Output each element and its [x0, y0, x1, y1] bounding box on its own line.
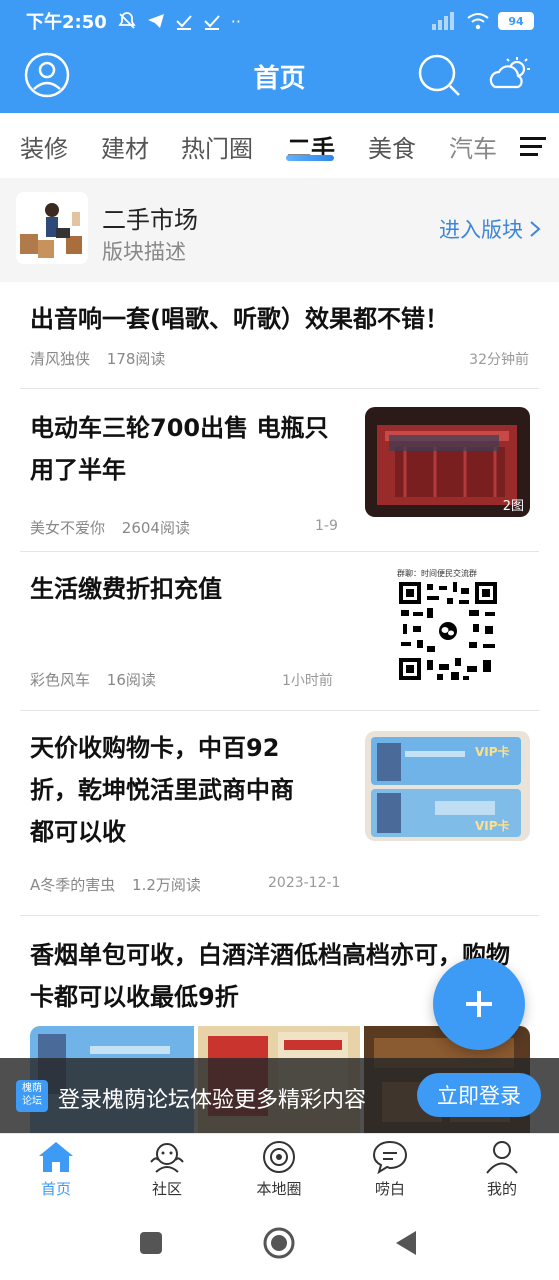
check-icon: [204, 15, 220, 30]
person-icon: [486, 1141, 518, 1174]
post-reads: 1.2万阅读: [132, 876, 201, 894]
nav-chat[interactable]: 唠白: [350, 1140, 430, 1199]
post-image[interactable]: 群聊：时间便民交流群: [365, 564, 530, 684]
battery-indicator: 94: [498, 12, 534, 30]
search-icon: [418, 54, 460, 96]
post-author: A冬季的害虫: [30, 876, 116, 894]
image-count: 2图: [502, 499, 524, 514]
post-item[interactable]: 电动车三轮700出售 电瓶只 用了半年 美女不爱你 2604阅读 1-9 2图: [20, 389, 539, 552]
qr-code-icon: [397, 580, 499, 682]
signal-icon: [432, 12, 454, 30]
post-meta: 彩色风车 16阅读: [30, 669, 168, 690]
search-button[interactable]: [416, 50, 462, 100]
home-icon: [39, 1142, 73, 1172]
post-image[interactable]: VIP卡 VIP卡: [365, 731, 530, 841]
notification-icons: ··: [117, 11, 241, 31]
chat-bubble-icon: [372, 1140, 408, 1174]
tabs-menu-button[interactable]: [518, 131, 548, 161]
new-post-button[interactable]: [433, 958, 525, 1050]
post-meta: A冬季的害虫 1.2万阅读: [30, 874, 213, 895]
card-label: VIP卡: [475, 819, 510, 833]
post-title: 出音响一套(唱歌、听歌）效果都不错！: [30, 305, 449, 333]
section-description: 版块描述: [102, 240, 186, 264]
system-navigation-bar: [0, 1210, 559, 1280]
back-triangle-icon: [396, 1231, 416, 1255]
login-message: 登录槐荫论坛体验更多精彩内容: [58, 1088, 367, 1113]
card-label: VIP卡: [475, 745, 510, 759]
post-reads: 2604阅读: [121, 519, 190, 537]
tab-jiancai[interactable]: 建材: [101, 129, 149, 164]
plus-icon: [466, 991, 492, 1017]
wifi-icon: [467, 13, 489, 30]
post-reads: 178阅读: [106, 350, 166, 368]
telegram-icon: [147, 14, 164, 28]
post-meta: 清风独侠 178阅读: [30, 348, 177, 369]
post-author: 清风独侠: [30, 350, 91, 368]
post-time: 2023-12-1: [268, 875, 341, 891]
post-item[interactable]: 天价收购物卡，中百92 折，乾坤悦活里武商中商 都可以收 A冬季的害虫 1.2万…: [20, 711, 539, 916]
tab-qiche[interactable]: 汽车: [449, 129, 497, 164]
section-thumbnail: [16, 192, 88, 264]
post-author: 彩色风车: [30, 671, 91, 689]
post-image[interactable]: 2图: [365, 407, 530, 517]
login-button[interactable]: 立即登录: [417, 1073, 541, 1117]
bell-off-icon: [118, 12, 136, 29]
post-item[interactable]: 出音响一套(唱歌、听歌）效果都不错！ 清风独侠 178阅读 32分钟前: [20, 282, 539, 389]
nav-local-circle[interactable]: 本地圈: [239, 1140, 319, 1199]
weather-icon: [489, 57, 530, 89]
qr-group-caption: 群聊：时间便民交流群: [397, 569, 477, 578]
section-banner[interactable]: 二手市场 版块描述 进入版块: [0, 178, 559, 282]
post-reads: 16阅读: [106, 671, 156, 689]
category-tabs: 装修 建材 热门圈 二手 美食 汽车: [0, 113, 559, 178]
post-title: 电动车三轮700出售 电瓶只 用了半年: [30, 414, 329, 484]
post-title: 生活缴费折扣充值: [30, 575, 222, 603]
nav-profile[interactable]: 我的: [462, 1140, 542, 1199]
nav-community[interactable]: 社区: [127, 1140, 207, 1199]
post-time: 1小时前: [282, 673, 333, 689]
tab-zhuangxiu[interactable]: 装修: [20, 129, 68, 164]
recent-apps-button[interactable]: [138, 1230, 164, 1256]
post-title: 天价收购物卡，中百92 折，乾坤悦活里武商中商 都可以收: [30, 734, 294, 846]
more-dots-icon: ··: [230, 11, 241, 31]
post-item[interactable]: 生活缴费折扣充值 彩色风车 16阅读 1小时前 群聊：时间便民交流群: [20, 552, 539, 711]
status-bar: 下午2:50 ·· 94: [26, 8, 534, 34]
nav-home[interactable]: 首页: [16, 1140, 96, 1199]
square-icon: [140, 1232, 162, 1254]
tab-meishi[interactable]: 美食: [368, 129, 416, 164]
planet-icon: [263, 1141, 295, 1173]
app-header: 下午2:50 ·· 94 首页: [0, 0, 559, 113]
community-icon: [150, 1143, 184, 1173]
top-bar: 首页: [0, 50, 559, 102]
login-prompt-bar: 槐荫论坛 登录槐荫论坛体验更多精彩内容 立即登录: [0, 1058, 559, 1133]
page-title: 首页: [253, 64, 306, 94]
menu-icon: [520, 137, 546, 156]
post-time: 1-9: [315, 518, 338, 534]
circle-icon: [263, 1227, 295, 1259]
weather-button[interactable]: [486, 50, 532, 100]
chevron-right-icon: [530, 221, 541, 237]
bottom-navigation: 首页 社区 本地圈 唠白 我的: [0, 1133, 559, 1210]
active-tab-indicator: [286, 155, 334, 161]
enter-section-link[interactable]: 进入版块: [439, 214, 541, 244]
check-icon: [176, 15, 192, 30]
post-author: 美女不爱你: [30, 519, 106, 537]
home-system-button[interactable]: [263, 1227, 295, 1259]
back-button[interactable]: [394, 1230, 418, 1256]
post-meta: 美女不爱你 2604阅读: [30, 517, 202, 538]
status-time: 下午2:50: [26, 12, 107, 33]
forum-logo: 槐荫论坛: [16, 1080, 48, 1112]
section-name: 二手市场: [102, 206, 198, 234]
tab-remenquan[interactable]: 热门圈: [181, 129, 253, 164]
post-time: 32分钟前: [469, 352, 529, 368]
